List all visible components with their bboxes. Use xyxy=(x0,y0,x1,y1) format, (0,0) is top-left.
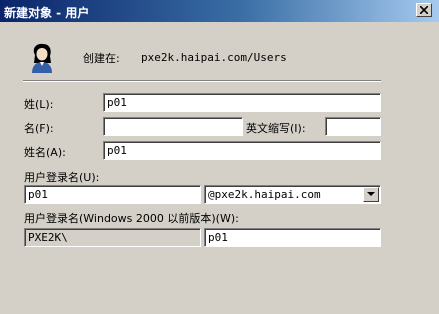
domain-suffix-select[interactable]: @pxe2k.haipai.com xyxy=(204,185,381,204)
close-icon xyxy=(420,6,428,14)
last-name-field[interactable]: p01 xyxy=(103,93,381,112)
full-name-field[interactable]: p01 xyxy=(103,141,381,160)
domain-suffix-dropdown-button[interactable] xyxy=(363,187,379,202)
user-icon xyxy=(32,43,52,73)
full-name-label: 姓名(A): xyxy=(24,146,66,159)
initials-label: 英文缩写(I): xyxy=(246,122,306,135)
created-in-label: 创建在: xyxy=(83,52,120,65)
pre2000-logon-label: 用户登录名(Windows 2000 以前版本)(W): xyxy=(24,212,239,225)
title-bar: 新建对象 - 用户 xyxy=(0,0,439,22)
last-name-label: 姓(L): xyxy=(24,98,54,111)
initials-field[interactable] xyxy=(325,117,381,136)
pre2000-logon-field[interactable]: p01 xyxy=(204,228,381,247)
header-separator xyxy=(23,80,381,82)
created-in-path: pxe2k.haipai.com/Users xyxy=(141,51,287,64)
first-name-label: 名(F): xyxy=(24,122,54,135)
pre2000-domain-field: PXE2K\ xyxy=(24,228,201,247)
first-name-field[interactable] xyxy=(103,117,243,136)
logon-name-label: 用户登录名(U): xyxy=(24,171,100,184)
close-button[interactable] xyxy=(416,3,432,17)
domain-suffix-value: @pxe2k.haipai.com xyxy=(208,188,321,201)
logon-name-field[interactable]: p01 xyxy=(24,185,201,204)
window-title: 新建对象 - 用户 xyxy=(4,6,90,20)
chevron-down-icon xyxy=(367,192,375,196)
